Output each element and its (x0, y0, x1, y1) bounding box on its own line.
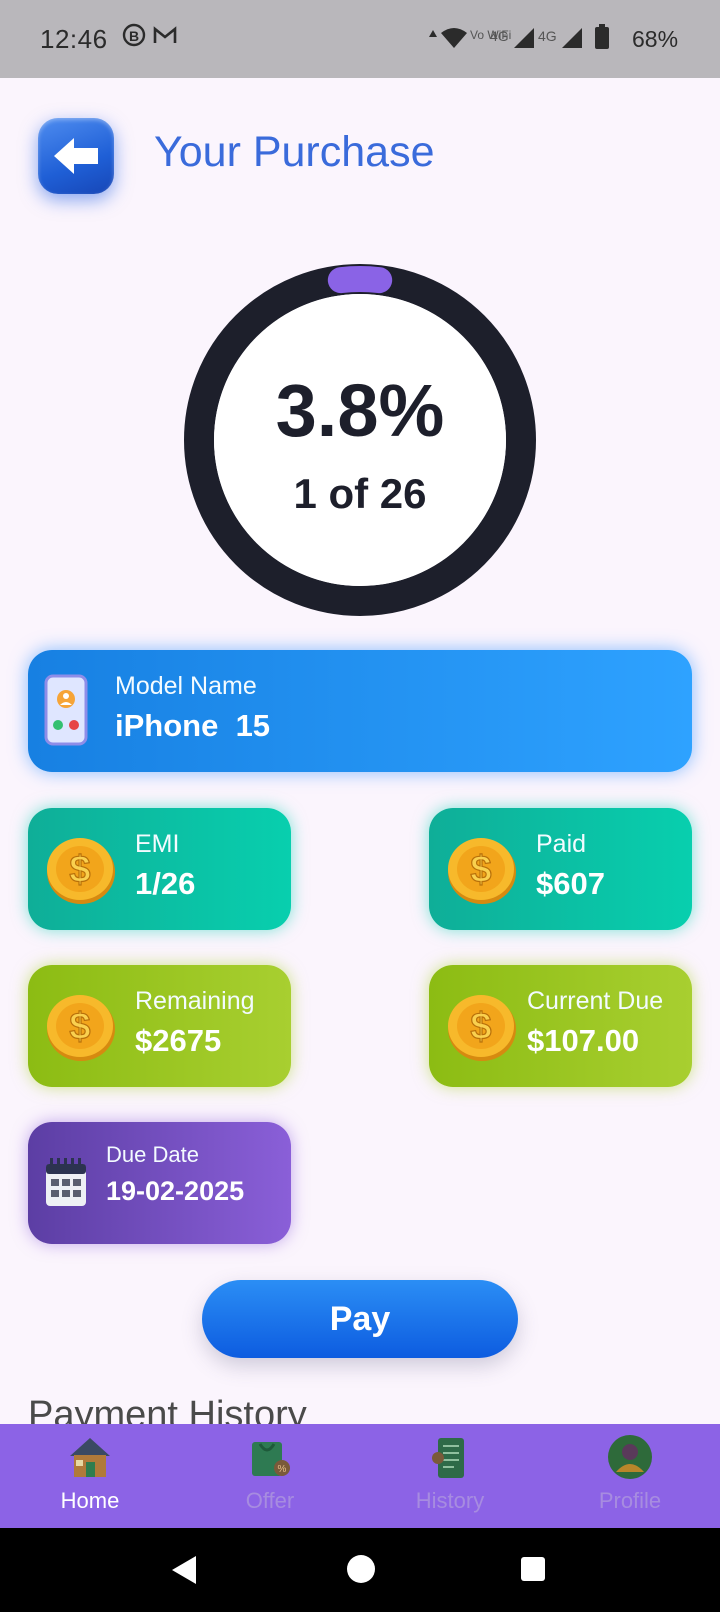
paid-card: $ Paid $607 (429, 808, 692, 930)
svg-text:$: $ (69, 849, 90, 891)
paid-label: Paid (536, 830, 587, 858)
data-arrow-icon (428, 26, 438, 44)
emi-card: $ EMI 1/26 (28, 808, 291, 930)
progress-count: 1 of 26 (293, 470, 427, 517)
back-arrow-icon (54, 138, 98, 174)
remaining-label: Remaining (135, 987, 255, 1015)
calendar-icon (44, 1156, 88, 1213)
battery-icon (594, 24, 610, 55)
nav-item-history[interactable]: History (360, 1424, 540, 1528)
system-back-icon[interactable] (170, 1554, 200, 1591)
profile-icon (606, 1434, 654, 1485)
status-time: 12:46 (40, 24, 108, 54)
history-icon (426, 1434, 474, 1485)
model-label: Model Name (115, 672, 257, 700)
b-icon: B (122, 22, 146, 53)
pay-button[interactable]: Pay (202, 1280, 518, 1358)
due-date-label: Due Date (106, 1142, 199, 1167)
coin-icon: $ (44, 991, 118, 1068)
gmail-icon (152, 22, 178, 53)
nav-label-profile: Profile (598, 1488, 662, 1513)
progress-arc (327, 266, 393, 294)
due-date-value: 19-02-2025 (106, 1176, 245, 1206)
home-icon (66, 1434, 114, 1485)
nav-item-profile[interactable]: Profile (540, 1424, 720, 1528)
emi-label: EMI (135, 830, 180, 858)
model-card: Model Name iPhone 15 (28, 650, 692, 772)
battery-percent: 68% (632, 26, 679, 52)
emi-value: 1/26 (135, 866, 196, 901)
svg-text:$: $ (470, 849, 491, 891)
svg-text:$: $ (470, 1006, 491, 1048)
paid-value: $607 (536, 866, 605, 901)
phone-icon (44, 674, 88, 751)
current-due-label: Current Due (527, 987, 664, 1015)
nav-label-history: History (415, 1488, 485, 1513)
progress-ring: 3.8% 1 of 26 (184, 264, 536, 616)
nav-label-home: Home (60, 1488, 120, 1513)
nav-item-offer[interactable]: % Offer (180, 1424, 360, 1528)
due-date-card: Due Date 19-02-2025 (28, 1122, 291, 1244)
signal-icon-2 (560, 26, 584, 55)
remaining-card: $ Remaining $2675 (28, 965, 291, 1087)
system-nav-bar (0, 1528, 720, 1612)
status-bar: 12:46 B Vo WiFi 4G 4G 68% (0, 0, 720, 78)
offer-icon: % (246, 1434, 294, 1485)
coin-icon: $ (445, 834, 519, 911)
system-recents-icon[interactable] (520, 1556, 546, 1587)
svg-text:$: $ (69, 1006, 90, 1048)
remaining-value: $2675 (135, 1023, 222, 1058)
nav-item-home[interactable]: Home (0, 1424, 180, 1528)
svg-text:B: B (129, 28, 139, 44)
network-4g-label-2: 4G (538, 28, 557, 44)
signal-icon (512, 26, 536, 55)
bottom-nav: Home % Offer History Profile (0, 1424, 720, 1528)
model-value: iPhone 15 (115, 708, 271, 743)
coin-icon: $ (44, 834, 118, 911)
system-home-icon[interactable] (346, 1554, 376, 1589)
wifi-icon (440, 26, 468, 55)
page-title: Your Purchase (154, 128, 435, 176)
current-due-value: $107.00 (527, 1023, 640, 1058)
nav-label-offer: Offer (245, 1488, 295, 1513)
network-4g-label-1: 4G (490, 28, 509, 44)
svg-text:%: % (278, 1464, 287, 1475)
current-due-card: $ Current Due $107.00 (429, 965, 692, 1087)
back-button[interactable] (38, 118, 114, 194)
progress-percent: 3.8% (275, 369, 445, 452)
coin-icon: $ (445, 991, 519, 1068)
